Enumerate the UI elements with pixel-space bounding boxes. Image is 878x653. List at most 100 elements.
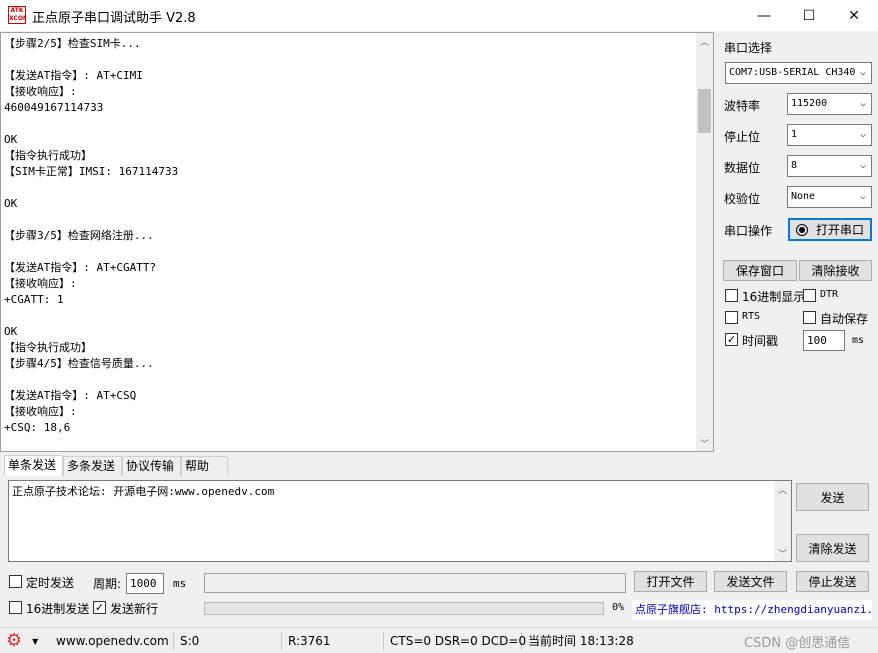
auto-save-checkbox[interactable]	[803, 311, 816, 324]
timestamp-checkbox[interactable]: ✓	[725, 333, 738, 346]
receive-line	[4, 244, 694, 260]
send-button[interactable]: 发送	[796, 483, 869, 511]
tab-single-send[interactable]: 单条发送	[4, 455, 63, 476]
receive-line: 460049167114733	[4, 101, 104, 114]
port-select[interactable]: COM7:USB-SERIAL CH340 ⌵	[725, 62, 872, 84]
parity-select[interactable]: None ⌵	[787, 186, 872, 208]
receive-line: OK	[4, 325, 18, 338]
close-button[interactable]: ✕	[831, 0, 877, 31]
chevron-down-icon: ⌵	[855, 63, 871, 83]
receive-line: 【发送AT指令】: AT+CGATT?	[4, 261, 157, 274]
stop-bits-value: 1	[791, 129, 798, 140]
receive-line: 【指令执行成功】	[4, 149, 92, 162]
clear-receive-button[interactable]: 清除接收	[799, 260, 872, 281]
data-bits-value: 8	[791, 160, 798, 171]
send-scrollbar[interactable]: ︿ ﹀	[774, 481, 791, 561]
chevron-down-icon: ⌵	[855, 125, 871, 145]
status-time: 当前时间 18:13:28	[528, 634, 634, 648]
port-operation-label: 串口操作	[724, 224, 773, 238]
receive-line: 【接收响应】:	[4, 405, 77, 418]
receive-line	[4, 180, 694, 196]
stop-bits-label: 停止位	[724, 130, 761, 144]
file-path-field[interactable]	[204, 573, 626, 593]
tab-multi-send[interactable]: 多条发送	[63, 456, 122, 476]
receive-line: 【接收响应】:	[4, 85, 77, 98]
hex-send-label: 16进制发送	[26, 602, 90, 616]
scroll-up-icon[interactable]: ︿	[696, 33, 713, 49]
scroll-down-icon[interactable]: ﹀	[696, 435, 713, 451]
app-window: ATKXCOM 正点原子串口调试助手 V2.8 — ☐ ✕ 【步骤2/5】检查S…	[0, 0, 878, 653]
scroll-down-icon[interactable]: ﹀	[774, 545, 791, 561]
port-value: COM7:USB-SERIAL CH340	[729, 67, 856, 78]
receive-line: 【SIM卡正常】IMSI: 167114733	[4, 165, 179, 178]
hex-send-checkbox[interactable]	[9, 601, 22, 614]
send-input[interactable]: 正点原子技术论坛: 开源电子网:www.openedv.com ︿ ﹀	[8, 480, 792, 562]
data-bits-select[interactable]: 8 ⌵	[787, 155, 872, 177]
chevron-down-icon: ⌵	[855, 187, 871, 207]
stop-send-button[interactable]: 停止发送	[796, 571, 869, 592]
maximize-button[interactable]: ☐	[786, 0, 832, 31]
save-window-button[interactable]: 保存窗口	[723, 260, 797, 281]
receive-line: +CGATT: 1	[4, 293, 64, 306]
receive-scrollbar[interactable]: ︿ ﹀	[696, 33, 713, 451]
baud-select[interactable]: 115200 ⌵	[787, 93, 872, 115]
send-newline-checkbox[interactable]: ✓	[93, 601, 106, 614]
timestamp-unit: ms	[852, 335, 865, 346]
port-select-label: 串口选择	[724, 41, 773, 55]
chevron-down-icon: ⌵	[855, 156, 871, 176]
settings-menu[interactable]: ⚙ ▼	[6, 630, 50, 652]
send-tabs: 单条发送 多条发送 协议传输 帮助	[0, 455, 878, 476]
status-url[interactable]: www.openedv.com	[52, 632, 174, 650]
parity-value: None	[791, 191, 816, 202]
data-bits-label: 数据位	[724, 161, 761, 175]
receive-line: 【发送AT指令】: AT+CIMI	[4, 69, 143, 82]
rts-checkbox[interactable]	[725, 311, 738, 324]
receive-text: 【步骤2/5】检查SIM卡... 【发送AT指令】: AT+CIMI 【接收响应】…	[4, 36, 694, 436]
dtr-label: DTR	[820, 289, 839, 300]
send-text: 正点原子技术论坛: 开源电子网:www.openedv.com	[12, 485, 275, 498]
auto-save-label: 自动保存	[820, 312, 869, 326]
status-bar: ⚙ ▼ www.openedv.com S:0 R:3761 CTS=0 DSR…	[0, 627, 878, 653]
title-bar: ATKXCOM 正点原子串口调试助手 V2.8 — ☐ ✕	[0, 0, 878, 31]
minimize-button[interactable]: —	[741, 0, 787, 31]
progress-percent: 0%	[612, 602, 625, 613]
baud-value: 115200	[791, 98, 828, 109]
receive-line	[4, 52, 694, 68]
send-newline-label: 发送新行	[110, 602, 159, 616]
window-title: 正点原子串口调试助手 V2.8	[32, 11, 196, 26]
send-file-button[interactable]: 发送文件	[714, 571, 787, 592]
period-input[interactable]: 1000	[126, 573, 164, 594]
open-port-button[interactable]: 打开串口	[788, 218, 872, 241]
period-unit: ms	[173, 577, 187, 590]
receive-line: 【步骤3/5】检查网络注册...	[4, 229, 154, 242]
send-progress-bar	[204, 602, 604, 615]
stop-bits-select[interactable]: 1 ⌵	[787, 124, 872, 146]
gear-icon: ⚙	[6, 630, 23, 651]
open-file-button[interactable]: 打开文件	[634, 571, 707, 592]
tab-protocol[interactable]: 协议传输	[122, 456, 181, 476]
dtr-checkbox[interactable]	[803, 289, 816, 302]
receive-area[interactable]: 【步骤2/5】检查SIM卡... 【发送AT指令】: AT+CIMI 【接收响应】…	[0, 32, 714, 452]
scroll-thumb[interactable]	[698, 89, 711, 133]
receive-line: 【指令执行成功】	[4, 341, 92, 354]
receive-line: 【步骤2/5】检查SIM卡...	[4, 37, 141, 50]
clear-send-button[interactable]: 清除发送	[796, 534, 869, 562]
receive-line	[4, 212, 694, 228]
tab-help[interactable]: 帮助	[181, 456, 228, 476]
chevron-down-icon: ⌵	[855, 94, 871, 114]
receive-line: OK	[4, 197, 18, 210]
timestamp-input[interactable]: 100	[803, 330, 845, 351]
status-received: R:3761	[284, 632, 384, 650]
store-link[interactable]: 点原子旗舰店: https://zhengdianyuanzi.	[632, 600, 872, 620]
timed-send-checkbox[interactable]	[9, 575, 22, 588]
receive-line	[4, 372, 694, 388]
receive-line	[4, 116, 694, 132]
watermark: CSDN @创思通信	[744, 636, 851, 651]
receive-line: 【接收响应】:	[4, 277, 77, 290]
receive-line: 【发送AT指令】: AT+CSQ	[4, 389, 137, 402]
scroll-up-icon[interactable]: ︿	[774, 481, 791, 497]
parity-label: 校验位	[724, 192, 761, 206]
period-label: 周期:	[93, 577, 122, 591]
hex-display-checkbox[interactable]	[725, 289, 738, 302]
receive-line	[4, 308, 694, 324]
